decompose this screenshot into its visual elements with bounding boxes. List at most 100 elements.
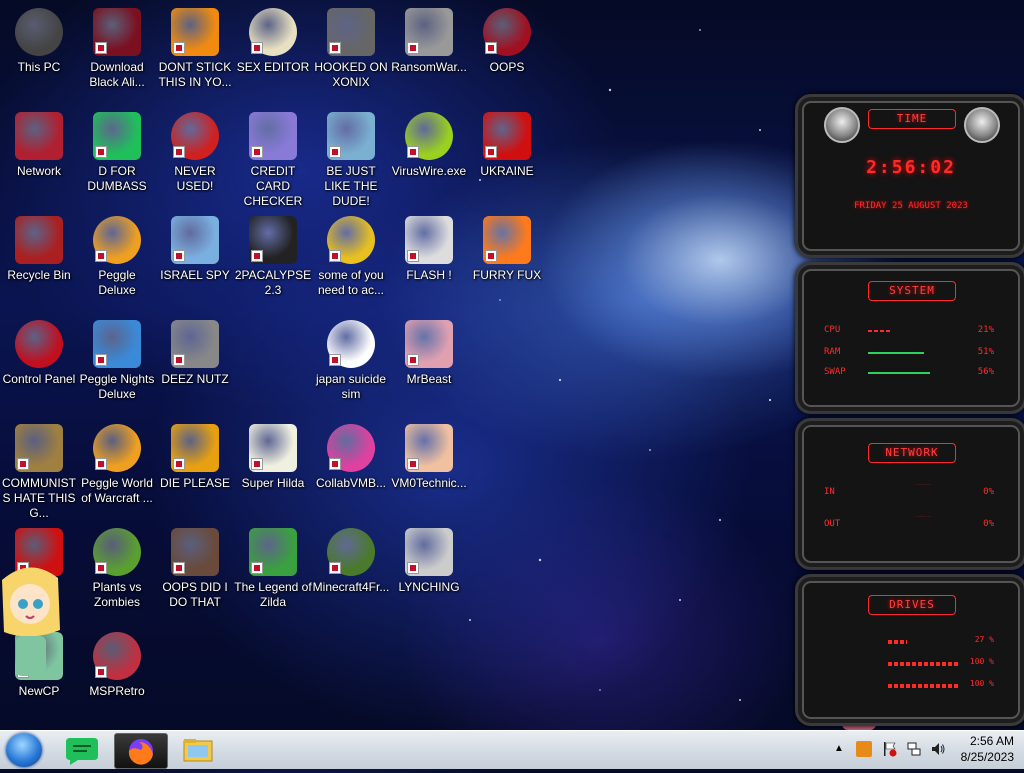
desktop-icon-technician[interactable]: VM0Technic... [390,424,468,491]
desktop-icon-spy-computer[interactable]: ISRAEL SPY [156,216,234,283]
desktop-icon-money-bag[interactable]: COMMUNISTS HATE THIS G... [0,424,78,521]
desktop-icon-label: japan suicide sim [315,372,387,401]
shortcut-arrow-icon [173,458,185,470]
taskbar-file-explorer-button[interactable] [172,733,224,767]
desktop-icon-skull[interactable]: RansomWar... [390,8,468,75]
terminal-icon [249,216,297,264]
volume-icon[interactable] [930,741,946,757]
time-widget-date: FRIDAY 25 AUGUST 2023 [854,201,968,211]
desktop-icon-label: Minecraft4Fr... [312,580,390,594]
shortcut-arrow-icon [329,458,341,470]
desktop-icon-pc[interactable]: This PC [0,8,78,75]
peggle-wow-icon [93,424,141,472]
drive-usage-bar [888,662,958,666]
taskbar-firefox-button[interactable] [114,733,168,769]
desktop-icon-credit-card[interactable]: CREDIT CARD CHECKER [234,112,312,209]
drives-widget-title: DRIVES [868,595,956,615]
desktop-icon-collabvm[interactable]: CollabVMB... [312,424,390,491]
desktop-icon-oops[interactable]: OOPS [468,8,546,75]
xonix-icon [327,8,375,56]
portrait-icon [171,528,219,576]
shortcut-arrow-icon [329,354,341,366]
file-explorer-icon [183,739,213,762]
credit-card-icon [249,112,297,160]
drive-row: 27 % [888,635,994,647]
minecraft-block-icon [327,528,375,576]
shortcut-arrow-icon [407,250,419,262]
desktop-icon-de[interactable]: DIE PLEASE [156,424,234,491]
desktop-icon-label: DEEZ NUTZ [161,372,229,386]
flag-icon[interactable] [882,741,898,757]
desktop-icon-recycle-bin[interactable]: Recycle Bin [0,216,78,283]
desktop-icon-hxd-editor[interactable]: SEX EDITOR [234,8,312,75]
desktop-icon-terminal[interactable]: 2PACALYPSE 2.3 [234,216,312,298]
shortcut-arrow-icon [407,42,419,54]
start-orb-icon[interactable] [6,733,42,767]
show-hidden-icons[interactable]: ▲ [834,743,844,754]
desktop-icon-mspretro[interactable]: MSPRetro [78,632,156,699]
desktop-icon-lime[interactable]: VirusWire.exe [390,112,468,179]
system-widget-title: SYSTEM [868,281,956,301]
desktop-icon-label: OOPS [489,60,525,74]
chat-bubble-icon [93,112,141,160]
pvz-flower-icon [93,528,141,576]
desktop-icon-label: Peggle Nights Deluxe [79,372,155,401]
taskbar-chat-button[interactable] [56,733,108,767]
network-icon[interactable] [906,741,922,757]
desktop-icon-label: This PC [17,60,61,74]
desktop-icon-minecraft-block[interactable]: Minecraft4Fr... [312,528,390,595]
desktop-icon-peggle[interactable]: Peggle Deluxe [78,216,156,298]
desktop-icon-pvz-flower[interactable]: Plants vs Zombies [78,528,156,610]
shortcut-arrow-icon [173,250,185,262]
desktop-icon-dog[interactable]: some of you need to ac... [312,216,390,298]
desktop-icon-stacked-windows[interactable]: DEEZ NUTZ [156,320,234,387]
money-bag-icon [15,424,63,472]
desktop-icon-xonix[interactable]: HOOKED ON XONIX [312,8,390,90]
network-widget: NETWORK IN 0% OUT 0% [795,418,1024,570]
collabvm-icon [327,424,375,472]
desktop-icon-chat-bubble[interactable]: D FOR DUMBASS [78,112,156,194]
desktop-icon-peggle-wow[interactable]: Peggle World of Warcraft ... [78,424,156,506]
peggle-nights-icon [93,320,141,368]
desktop-icon-devcpp[interactable]: NEVER USED! [156,112,234,194]
desktop-icon-black-alien[interactable]: Download Black Ali... [78,8,156,90]
shortcut-arrow-icon [95,666,107,678]
clock-date: 8/25/2023 [960,750,1014,764]
desktop-icon-hilda[interactable]: Super Hilda [234,424,312,491]
app-tray-icon[interactable] [856,741,872,757]
shortcut-arrow-icon [407,562,419,574]
desktop-icon-zilda[interactable]: The Legend of Zilda [234,528,312,610]
firefox-icon [128,739,153,765]
clock-time: 2:56 AM [969,734,1014,748]
shortcut-arrow-icon [251,250,263,262]
shortcut-arrow-icon [407,458,419,470]
desktop-icon-peggle-nights[interactable]: Peggle Nights Deluxe [78,320,156,402]
taskbar-clock[interactable]: 2:56 AM 8/25/2023 [961,733,1014,765]
shortcut-arrow-icon [251,146,263,158]
system-row-ram: RAM 51% [824,347,994,357]
black-alien-icon [93,8,141,56]
desktop-icon-label: BE JUST LIKE THE DUDE! [324,164,378,208]
shortcut-arrow-icon [173,354,185,366]
time-widget-clock: 2:56:02 [866,157,956,178]
cartoon-girl-sticker-left [0,560,62,678]
desktop-icon-portrait[interactable]: OOPS DID I DO THAT [156,528,234,610]
dog-icon [327,216,375,264]
desktop-icon-firefox[interactable]: FURRY FUX [468,216,546,283]
shortcut-arrow-icon [407,354,419,366]
desktop-icon-flash[interactable]: FLASH ! [390,216,468,283]
desktop-icon-label: DONT STICK THIS IN YO... [158,60,232,89]
desktop-icon-dude-face[interactable]: BE JUST LIKE THE DUDE! [312,112,390,209]
desktop-icon-lynching[interactable]: LYNCHING [390,528,468,595]
alien-head-icon [964,107,1000,143]
desktop-icon-network[interactable]: Network [0,112,78,179]
desktop-icon-vlc-cone[interactable]: DONT STICK THIS IN YO... [156,8,234,90]
shortcut-arrow-icon [95,42,107,54]
desktop-icon-document[interactable]: japan suicide sim [312,320,390,402]
desktop-icon-radiation[interactable]: UKRAINE [468,112,546,179]
desktop-icon-label: Download Black Ali... [89,60,145,89]
desktop-icon-control-panel[interactable]: Control Panel [0,320,78,387]
system-widget: SYSTEM CPU 21% RAM 51% SWAP 56% [795,262,1024,414]
pc-icon [15,8,63,56]
desktop-icon-mrbeast[interactable]: MrBeast [390,320,468,387]
